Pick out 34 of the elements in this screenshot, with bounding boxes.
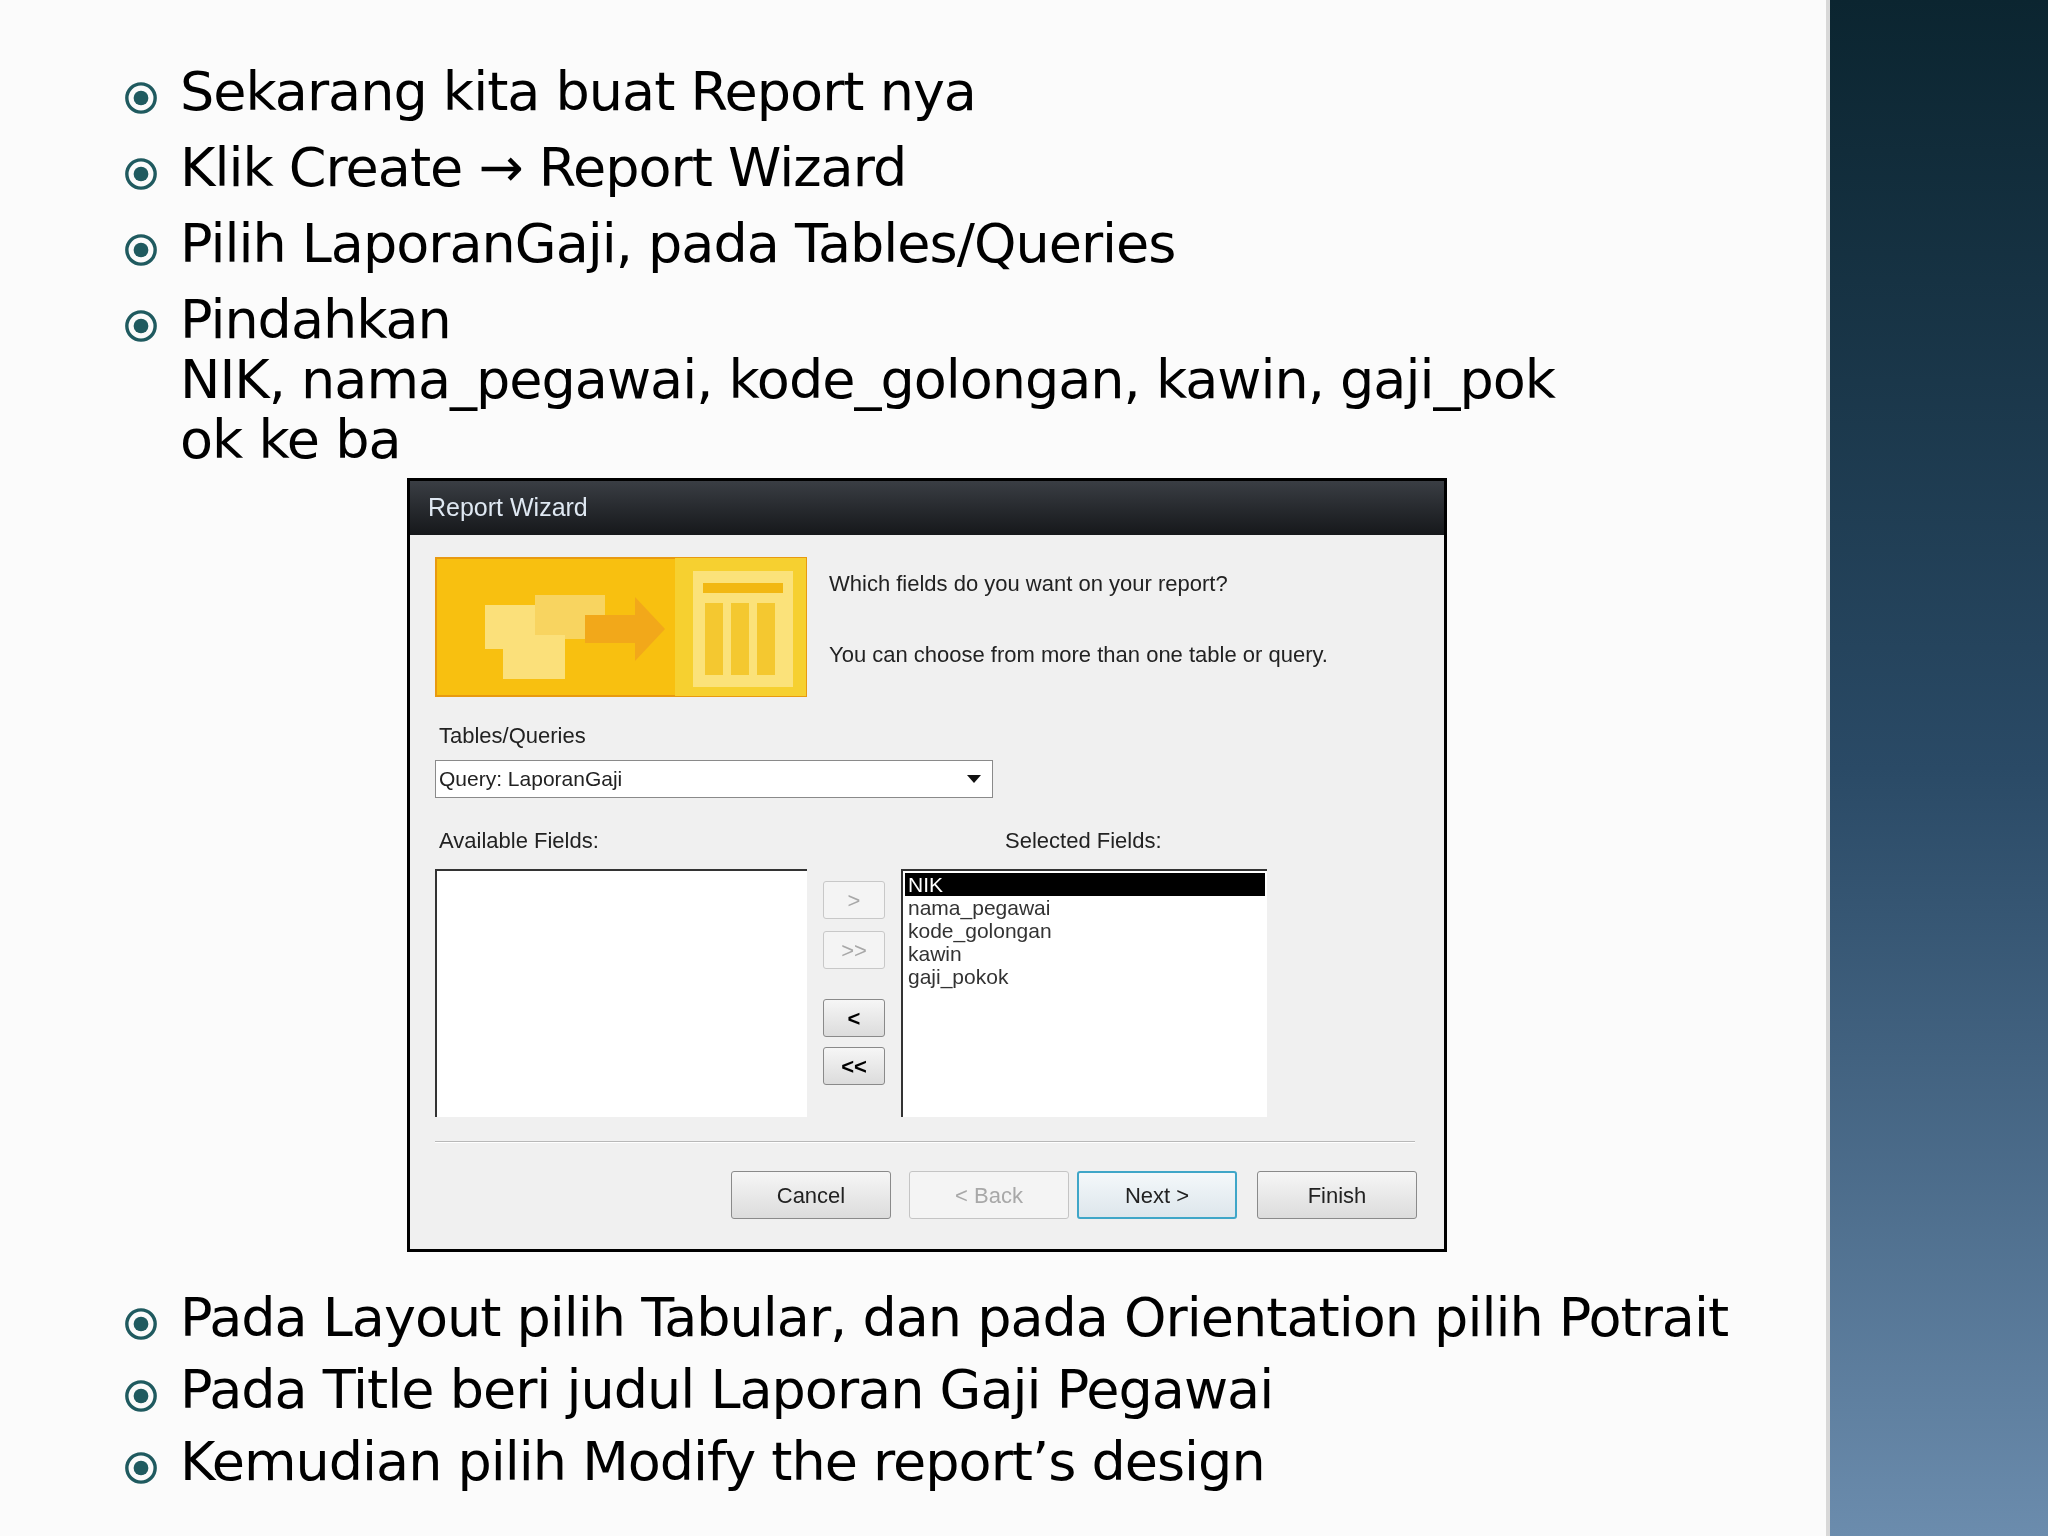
bullet-icon xyxy=(124,157,158,191)
field-label: Selected Fields: xyxy=(1005,827,1162,855)
bullet-icon xyxy=(124,1451,158,1485)
list-item[interactable]: kode_golongan xyxy=(905,919,1265,942)
bullet-text: Pindahkan NIK, nama_pegawai, kode_golongan, kawin, gaji_pok ok ke ba xyxy=(180,290,1555,470)
bullet-icon xyxy=(124,1379,158,1413)
dialog-button[interactable]: Cancel xyxy=(731,1171,891,1219)
list-item[interactable]: NIK xyxy=(905,873,1265,896)
bullet-icon xyxy=(124,309,158,343)
bullet-text: Pilih LaporanGaji, pada Tables/Queries xyxy=(180,214,1176,274)
list-item[interactable]: kawin xyxy=(905,942,1265,965)
field-label: Tables/Queries xyxy=(439,722,586,750)
field-label: Available Fields: xyxy=(439,827,600,855)
dialog-button[interactable]: Next > xyxy=(1077,1171,1237,1219)
dialog-button[interactable]: Finish xyxy=(1257,1171,1417,1219)
caret-icon xyxy=(967,775,981,783)
bullet-text: Pada Title beri judul Laporan Gaji Pegawai xyxy=(180,1360,1274,1420)
selected-fields-list[interactable]: NIK nama_pegawai kode_golongan kawin gaji_pokok xyxy=(901,869,1267,1117)
window-title: Report Wizard xyxy=(428,492,588,524)
bullet-icon xyxy=(124,233,158,267)
hint-text: You can choose from more than one table or query. xyxy=(829,641,1328,669)
list-item[interactable]: gaji_pokok xyxy=(905,965,1265,988)
bullet-text: Pada Layout pilih Tabular, dan pada Orientation pilih Potrait xyxy=(180,1288,1729,1348)
move-button[interactable]: << xyxy=(823,1047,885,1085)
bullet-text: Klik Create → Report Wizard xyxy=(180,138,907,198)
available-fields-list[interactable] xyxy=(435,869,807,1117)
prompt-text: Which fields do you want on your report? xyxy=(829,570,1229,598)
tables-queries-dropdown[interactable]: Query: LaporanGaji xyxy=(435,760,993,798)
move-button[interactable]: < xyxy=(823,999,885,1037)
bullet-text: Kemudian pilih Modify the report’s design xyxy=(180,1432,1265,1492)
bullet-icon xyxy=(124,81,158,115)
list-item[interactable]: nama_pegawai xyxy=(905,896,1265,919)
bullet-icon xyxy=(124,1307,158,1341)
bullet-text: Sekarang kita buat Report nya xyxy=(180,62,976,122)
